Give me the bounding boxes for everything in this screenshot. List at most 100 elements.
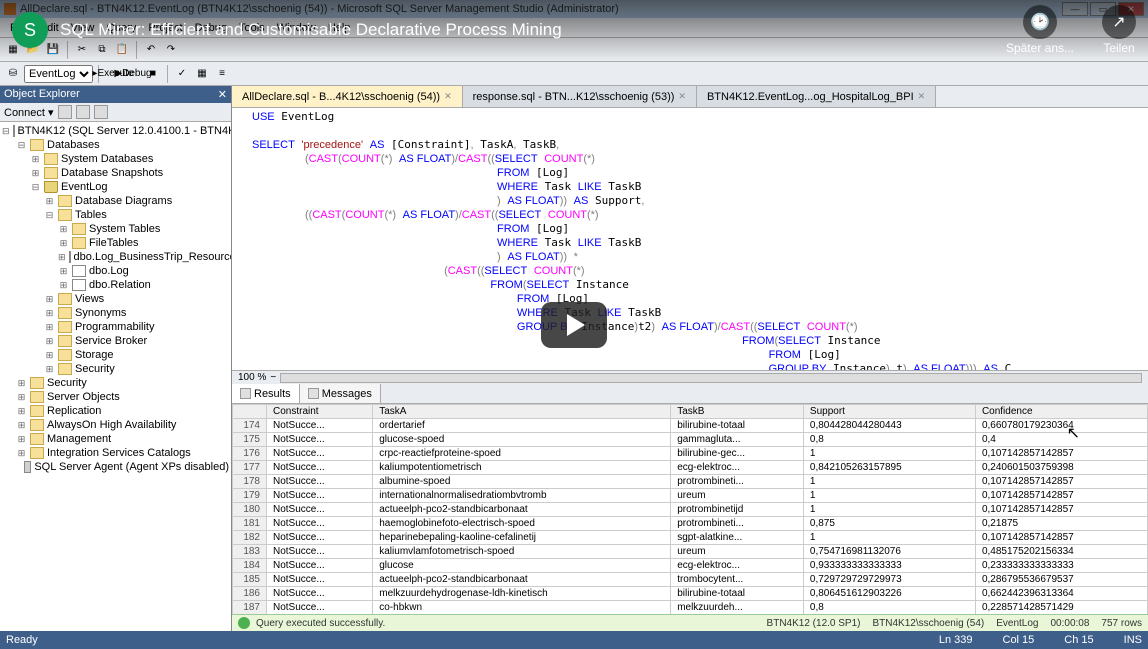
editor-tabs: AllDeclare.sql - B...4K12\sschoenig (54)… — [232, 86, 1148, 108]
column-header[interactable]: Constraint — [267, 405, 373, 419]
table-row[interactable]: 176NotSucce...crpc-reactiefproteine-spoe… — [233, 447, 1148, 461]
tree-sysdb[interactable]: System Databases — [61, 153, 153, 165]
tree-synonyms[interactable]: Synonyms — [75, 307, 126, 319]
watch-later-button[interactable]: 🕑 Später ans... — [1006, 5, 1074, 55]
table-row[interactable]: 175NotSucce...glucose-spoedgammagluta...… — [233, 433, 1148, 447]
database-selector[interactable]: EventLog — [24, 65, 93, 83]
status-user: BTN4K12\sschoenig (54) — [872, 618, 984, 629]
object-explorer-title: Object Explorer ✕ — [0, 86, 231, 103]
folder-icon — [30, 377, 44, 389]
close-icon[interactable]: ✕ — [918, 91, 926, 102]
table-row[interactable]: 184NotSucce...glucoseecg-elektroc...0,93… — [233, 559, 1148, 573]
folder-icon — [58, 307, 72, 319]
share-button[interactable]: ↗ Teilen — [1102, 5, 1136, 55]
folder-icon — [44, 153, 58, 165]
stop-icon[interactable]: ■ — [144, 65, 162, 83]
server-icon — [13, 125, 15, 137]
table-row[interactable]: 178NotSucce...albumine-spoedprotrombinet… — [233, 475, 1148, 489]
tree-prog[interactable]: Programmability — [75, 321, 154, 333]
folder-icon — [58, 349, 72, 361]
folder-icon — [30, 391, 44, 403]
table-row[interactable]: 179NotSucce...internationalnormalisedrat… — [233, 489, 1148, 503]
folder-icon — [30, 139, 44, 151]
results-to-text-icon[interactable]: ≡ — [213, 65, 231, 83]
filter-icon[interactable] — [76, 105, 90, 119]
horizontal-scrollbar[interactable] — [280, 373, 1142, 383]
channel-avatar[interactable]: S — [12, 12, 48, 48]
table-row[interactable]: 174NotSucce...ordertariefbilirubine-tota… — [233, 419, 1148, 433]
db-icon: ⛁ — [4, 65, 22, 83]
close-icon[interactable]: ✕ — [444, 91, 452, 102]
tree-databases[interactable]: Databases — [47, 139, 100, 151]
table-row[interactable]: 181NotSucce...haemoglobinefoto-electrisc… — [233, 517, 1148, 531]
table-icon — [72, 265, 86, 277]
stop-icon[interactable] — [94, 105, 108, 119]
tree-views[interactable]: Views — [75, 293, 104, 305]
table-row[interactable]: 185NotSucce...actueelph-pco2-standbicarb… — [233, 573, 1148, 587]
zoom-out-icon[interactable]: − — [270, 372, 276, 383]
tree-table[interactable]: dbo.Relation — [89, 279, 151, 291]
editor-area: AllDeclare.sql - B...4K12\sschoenig (54)… — [232, 86, 1148, 631]
column-header[interactable] — [233, 405, 267, 419]
results-to-grid-icon[interactable]: ▦ — [193, 65, 211, 83]
table-row[interactable]: 180NotSucce...actueelph-pco2-standbicarb… — [233, 503, 1148, 517]
connect-button[interactable]: Connect ▾ — [4, 106, 54, 119]
status-message: Query executed successfully. — [256, 618, 385, 629]
tree-dbdiag[interactable]: Database Diagrams — [75, 195, 172, 207]
object-tree[interactable]: ⊟BTN4K12 (SQL Server 12.0.4100.1 - BTN4K… — [0, 122, 231, 631]
tree-secdb[interactable]: Security — [75, 363, 115, 375]
table-row[interactable]: 183NotSucce...kaliumvlamfotometrisch-spo… — [233, 545, 1148, 559]
debug-button[interactable]: ▶ Debug — [124, 65, 142, 83]
agent-icon — [24, 461, 31, 473]
status-db: EventLog — [996, 618, 1038, 629]
panel-close-icon[interactable]: ✕ — [218, 88, 227, 101]
tree-isc[interactable]: Integration Services Catalogs — [47, 447, 191, 459]
video-title[interactable]: SQL Miner: Efficient and Customisable De… — [60, 20, 562, 40]
table-row[interactable]: 186NotSucce...melkzuurdehydrogenase-ldh-… — [233, 587, 1148, 601]
refresh-icon[interactable] — [58, 105, 72, 119]
tree-server[interactable]: BTN4K12 (SQL Server 12.0.4100.1 - BTN4K1… — [18, 125, 231, 137]
play-button[interactable] — [541, 302, 607, 348]
table-row[interactable]: 182NotSucce...heparinebepaling-kaoline-c… — [233, 531, 1148, 545]
tree-alwayson[interactable]: AlwaysOn High Availability — [47, 419, 176, 431]
tree-systables[interactable]: System Tables — [89, 223, 160, 235]
tree-snapshots[interactable]: Database Snapshots — [61, 167, 163, 179]
tree-servicebroker[interactable]: Service Broker — [75, 335, 147, 347]
tab-results[interactable]: Results — [232, 384, 300, 403]
tree-table[interactable]: dbo.Log_BusinessTrip_Resources — [74, 251, 231, 263]
column-header[interactable]: Support — [803, 405, 975, 419]
database-icon — [44, 181, 58, 193]
status-rows: 757 rows — [1101, 618, 1142, 629]
tree-table[interactable]: dbo.Log — [89, 265, 129, 277]
tree-serverobj[interactable]: Server Objects — [47, 391, 120, 403]
close-icon[interactable]: ✕ — [678, 91, 686, 102]
tab-hospitallog[interactable]: BTN4K12.EventLog...og_HospitalLog_BPI✕ — [697, 86, 936, 107]
tree-replication[interactable]: Replication — [47, 405, 101, 417]
tree-filetables[interactable]: FileTables — [89, 237, 139, 249]
sql-editor[interactable]: USE EventLog SELECT 'precedence' AS [Con… — [232, 108, 1148, 370]
tab-response[interactable]: response.sql - BTN...K12\sschoenig (53))… — [463, 86, 697, 107]
tree-security[interactable]: Security — [47, 377, 87, 389]
results-grid[interactable]: ConstraintTaskATaskBSupportConfidence 17… — [232, 404, 1148, 614]
column-header[interactable]: TaskB — [671, 405, 804, 419]
folder-icon — [30, 405, 44, 417]
sql-editor-toolbar: ⛁ EventLog ▸ Execute ▶ Debug ■ ✓ ▦ ≡ — [0, 62, 1148, 86]
tab-messages[interactable]: Messages — [300, 384, 381, 403]
table-row[interactable]: 177NotSucce...kaliumpotentiometrischecg-… — [233, 461, 1148, 475]
parse-icon[interactable]: ✓ — [173, 65, 191, 83]
column-header[interactable]: TaskA — [373, 405, 671, 419]
column-header[interactable]: Confidence — [975, 405, 1147, 419]
table-icon — [69, 251, 71, 263]
success-icon — [238, 617, 250, 629]
tree-management[interactable]: Management — [47, 433, 111, 445]
table-row[interactable]: 187NotSucce...co-hbkwnmelkzuurdeh...0,80… — [233, 601, 1148, 615]
message-icon — [308, 388, 319, 399]
tree-eventlog[interactable]: EventLog — [61, 181, 107, 193]
tree-storage[interactable]: Storage — [75, 349, 114, 361]
tree-tables[interactable]: Tables — [75, 209, 107, 221]
tree-agent[interactable]: SQL Server Agent (Agent XPs disabled) — [34, 461, 229, 473]
zoom-level[interactable]: 100 % — [238, 372, 266, 383]
tab-alldeclare[interactable]: AllDeclare.sql - B...4K12\sschoenig (54)… — [232, 86, 463, 107]
table-icon — [72, 279, 86, 291]
status-server: BTN4K12 (12.0 SP1) — [767, 618, 861, 629]
